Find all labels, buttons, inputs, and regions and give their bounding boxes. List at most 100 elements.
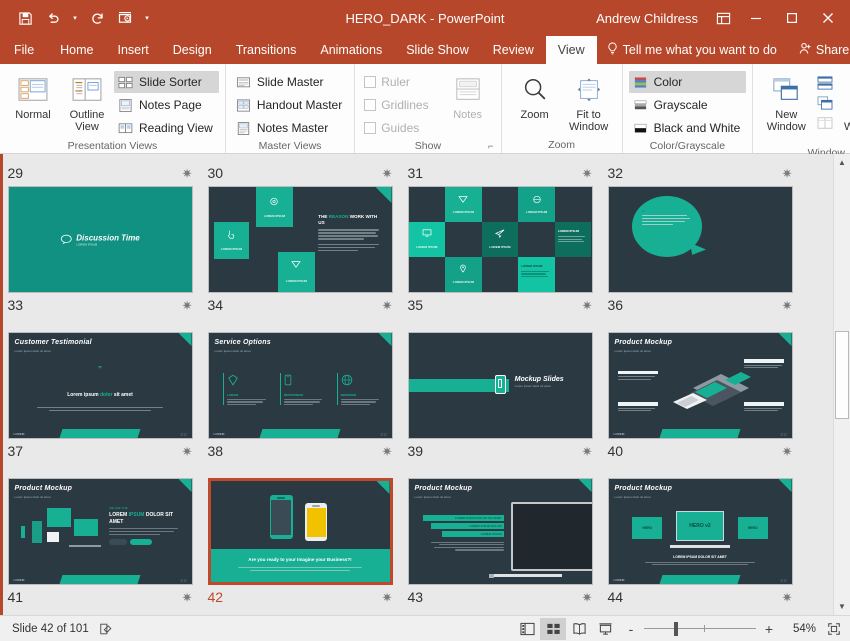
outline-view-button[interactable]: Outline View bbox=[60, 69, 114, 136]
slideshow-button[interactable] bbox=[592, 618, 618, 640]
zoom-slider[interactable] bbox=[644, 621, 756, 636]
undo-icon[interactable] bbox=[40, 5, 66, 31]
zoom-in-button[interactable]: + bbox=[762, 621, 776, 637]
notes-master-label: Notes Master bbox=[256, 121, 329, 135]
ribbon-display-options-icon[interactable] bbox=[708, 3, 738, 33]
slide-thumbnail[interactable]: LOREM IPSUM LOREM IPSUM LOREM IPSUM bbox=[207, 186, 393, 293]
slide-thumbnail[interactable]: Mockup Slides Lorem ipsum dolor sit amet bbox=[407, 332, 593, 439]
notes-comments-icon[interactable] bbox=[95, 618, 117, 640]
slide-thumbnail[interactable]: Are you ready to your Imagine your Busin… bbox=[207, 478, 393, 585]
scrollbar-thumb[interactable] bbox=[835, 331, 849, 419]
ribbon-group-zoom: Zoom Fit to Window Zoom bbox=[500, 64, 622, 153]
slide-cell[interactable]: LOREM IPSUM LOREM IPSUM LOREM IPSUM bbox=[200, 184, 400, 330]
slide-cell[interactable]: Product Mockup Lorem ipsum dolor sit ame… bbox=[400, 476, 600, 615]
slide-thumbnail[interactable]: “ bbox=[607, 186, 793, 293]
notes-page-button[interactable]: Notes Page bbox=[114, 94, 219, 116]
corner-triangle bbox=[178, 333, 192, 346]
black-and-white-button[interactable]: Black and White bbox=[629, 117, 747, 139]
slide-cell[interactable]: Discussion Time LOREM IPSUM 33 ✷ bbox=[0, 184, 200, 330]
slide-cell[interactable]: Product Mockup Lorem ipsum dolor sit ame… bbox=[600, 476, 800, 615]
slide-cell[interactable]: “ 36 ✷ bbox=[600, 184, 800, 330]
minimize-button[interactable] bbox=[738, 2, 774, 34]
account-name[interactable]: Andrew Childress bbox=[586, 11, 708, 26]
scroll-down-icon[interactable]: ▼ bbox=[834, 598, 850, 615]
normal-view-button[interactable] bbox=[514, 618, 540, 640]
tab-design[interactable]: Design bbox=[161, 36, 224, 64]
grayscale-button[interactable]: Grayscale bbox=[629, 94, 747, 116]
close-button[interactable] bbox=[810, 2, 846, 34]
slide-thumbnail[interactable]: Product Mockup Lorem ipsum dolor sit ame… bbox=[607, 478, 793, 585]
slide-sorter-button[interactable]: Slide Sorter bbox=[114, 71, 219, 93]
slide-indicator[interactable]: Slide 42 of 101 bbox=[4, 623, 95, 635]
guides-checkbox[interactable]: Guides bbox=[361, 117, 434, 139]
slide-cell[interactable]: Product Mockup Lorem ipsum dolor sit ame… bbox=[600, 330, 800, 476]
scroll-up-icon[interactable]: ▲ bbox=[834, 154, 850, 171]
save-icon[interactable] bbox=[12, 5, 38, 31]
ruler-checkbox[interactable]: Ruler bbox=[361, 71, 434, 93]
slide-title: Product Mockup bbox=[414, 485, 473, 492]
tab-file[interactable]: File bbox=[0, 36, 48, 64]
customize-qat-icon[interactable]: ▾ bbox=[140, 5, 154, 31]
maximize-restore-button[interactable] bbox=[774, 2, 810, 34]
redo-icon[interactable] bbox=[84, 5, 110, 31]
group-label-show: Show bbox=[414, 140, 442, 152]
notes-button[interactable]: Notes bbox=[441, 69, 495, 125]
slide-thumbnail[interactable]: Customer Testimonial Lorem ipsum dolor s… bbox=[7, 332, 193, 439]
slide-sorter-button[interactable] bbox=[540, 617, 566, 640]
slide-grid[interactable]: 29 ✷ 30 ✷ 31 ✷ 32 ✷ Discussion Time LORE… bbox=[0, 154, 833, 615]
slide-thumbnail[interactable]: Product Mockup Lorem ipsum dolor sit ame… bbox=[607, 332, 793, 439]
color-button[interactable]: Color bbox=[628, 71, 747, 93]
zoom-level[interactable]: 54% bbox=[782, 623, 816, 635]
tab-view[interactable]: View bbox=[545, 36, 597, 64]
zoom-button[interactable]: Zoom bbox=[508, 69, 562, 125]
tab-insert[interactable]: Insert bbox=[106, 36, 161, 64]
fit-to-window-button[interactable]: Fit to Window bbox=[562, 69, 616, 136]
slide-thumbnail[interactable]: Service Options Lorem ipsum dolor sit am… bbox=[207, 332, 393, 439]
notes-master-icon bbox=[235, 120, 252, 137]
notes-label: Notes bbox=[453, 109, 482, 121]
reading-view-label: Reading View bbox=[139, 121, 213, 135]
slide-cell[interactable]: Mockup Slides Lorem ipsum dolor sit amet… bbox=[400, 330, 600, 476]
new-window-button[interactable]: New Window bbox=[759, 69, 813, 136]
slide-row: Product Mockup Lorem ipsum dolor sit ame… bbox=[0, 476, 833, 615]
scrollbar-track[interactable] bbox=[834, 171, 850, 598]
slide-thumbnail[interactable]: LOREM IPSUM LOREM IPSUM LOREM IPSUM bbox=[407, 186, 593, 293]
tab-review[interactable]: Review bbox=[481, 36, 546, 64]
zoom-out-button[interactable]: - bbox=[624, 621, 638, 637]
gridlines-checkbox[interactable]: Gridlines bbox=[361, 94, 434, 116]
slide-thumbnail[interactable]: Product Mockup Lorem ipsum dolor sit ame… bbox=[407, 478, 593, 585]
normal-view-button[interactable]: Normal bbox=[6, 69, 60, 125]
tab-transitions[interactable]: Transitions bbox=[224, 36, 309, 64]
move-split-button[interactable] bbox=[813, 113, 839, 132]
zoom-slider-thumb[interactable] bbox=[674, 621, 679, 636]
slide-art-devices-mockup: Product Mockup Lorem ipsum dolor sit ame… bbox=[9, 479, 192, 584]
tab-animations[interactable]: Animations bbox=[308, 36, 394, 64]
slide-title: Product Mockup bbox=[614, 339, 673, 346]
fit-slide-to-window-button[interactable] bbox=[822, 618, 846, 640]
reading-view-button[interactable]: Reading View bbox=[114, 117, 219, 139]
handout-master-button[interactable]: Handout Master bbox=[232, 94, 348, 116]
slide-thumbnail[interactable]: Discussion Time LOREM IPSUM bbox=[7, 186, 193, 293]
vertical-scrollbar[interactable]: ▲ ▼ bbox=[833, 154, 850, 615]
tell-me-search[interactable]: Tell me what you want to do bbox=[597, 36, 787, 64]
slide-cell[interactable]: Customer Testimonial Lorem ipsum dolor s… bbox=[0, 330, 200, 476]
undo-dropdown-icon[interactable]: ▾ bbox=[68, 5, 82, 31]
share-button[interactable]: Share bbox=[787, 36, 850, 64]
cascade-button[interactable] bbox=[813, 93, 839, 112]
notes-master-button[interactable]: Notes Master bbox=[232, 117, 348, 139]
corner-triangle bbox=[578, 479, 592, 492]
slide-cell[interactable]: LOREM IPSUM LOREM IPSUM LOREM IPSUM bbox=[400, 184, 600, 330]
tab-home[interactable]: Home bbox=[48, 36, 105, 64]
start-slideshow-icon[interactable] bbox=[112, 5, 138, 31]
switch-windows-button[interactable]: Switch Windows ▾ bbox=[839, 69, 850, 147]
show-dialog-launcher[interactable]: ⌐ bbox=[485, 140, 497, 152]
slide-cell[interactable]: Product Mockup Lorem ipsum dolor sit ame… bbox=[0, 476, 200, 615]
reading-view-button[interactable] bbox=[566, 618, 592, 640]
slide-number: 40 bbox=[607, 443, 624, 459]
arrange-all-button[interactable] bbox=[813, 73, 839, 92]
slide-master-button[interactable]: Slide Master bbox=[232, 71, 348, 93]
slide-cell[interactable]: Service Options Lorem ipsum dolor sit am… bbox=[200, 330, 400, 476]
slide-thumbnail[interactable]: Product Mockup Lorem ipsum dolor sit ame… bbox=[7, 478, 193, 585]
tab-slide-show[interactable]: Slide Show bbox=[394, 36, 481, 64]
slide-cell-selected[interactable]: Are you ready to your Imagine your Busin… bbox=[200, 476, 400, 615]
